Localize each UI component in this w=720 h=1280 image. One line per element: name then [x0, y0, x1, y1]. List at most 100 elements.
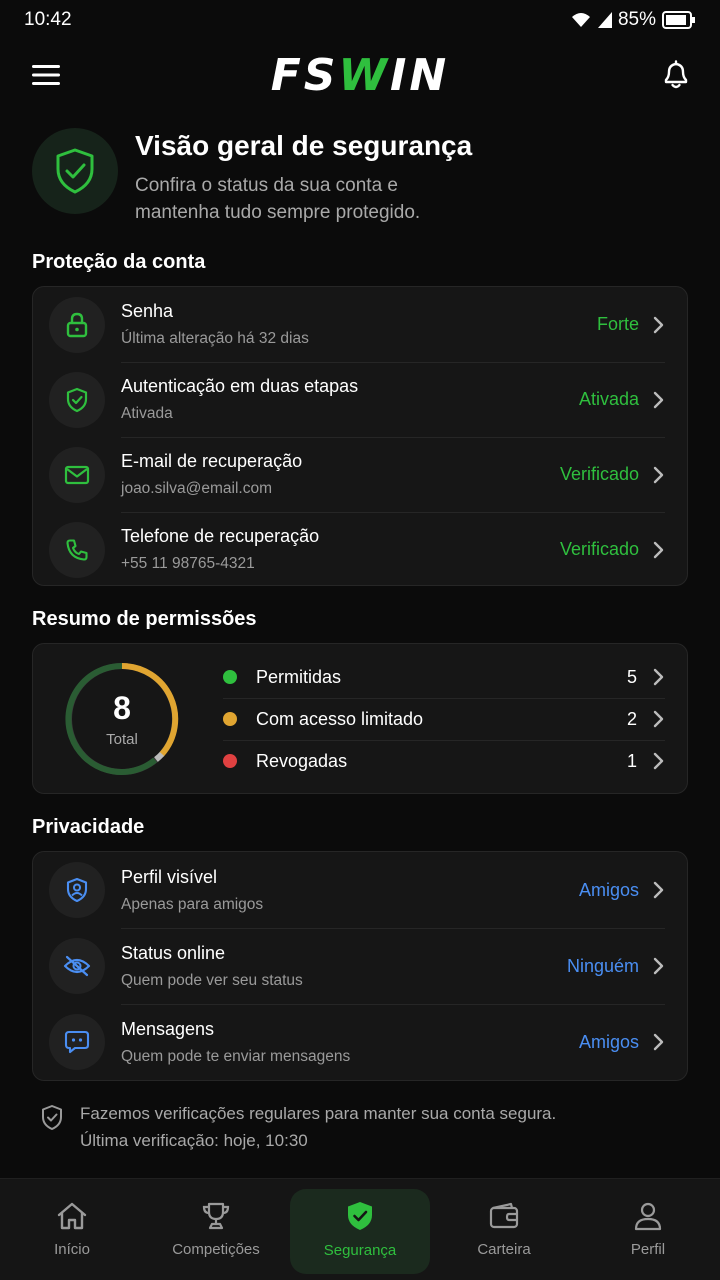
recovery-phone-row[interactable]: Telefone de recuperação +55 11 98765-432…	[33, 512, 687, 587]
nav-home[interactable]: Início	[0, 1179, 144, 1280]
chevron-right-icon	[653, 752, 664, 770]
yellow-dot	[223, 712, 237, 726]
privacy-title: Privacidade	[32, 816, 145, 838]
account-protection-title: Proteção da conta	[32, 251, 206, 273]
password-row[interactable]: Senha Última alteração há 32 dias Forte	[33, 287, 687, 362]
chevron-right-icon	[653, 668, 664, 686]
trophy-icon	[202, 1202, 230, 1230]
row-title: E-mail de recuperação	[121, 451, 303, 471]
two-factor-status: Ativada	[578, 389, 639, 409]
row-subtitle: Quem pode te enviar mensagens	[121, 1047, 351, 1065]
total-count: 8	[113, 690, 131, 726]
email-status: Verificado	[559, 464, 639, 484]
nav-wallet[interactable]: Carteira	[432, 1179, 576, 1280]
shield-check-icon	[49, 371, 105, 428]
bell-icon[interactable]	[662, 60, 690, 90]
wallet-icon	[489, 1202, 519, 1229]
menu-icon[interactable]	[32, 64, 60, 86]
chevron-right-icon	[653, 391, 664, 408]
two-factor-row[interactable]: Autenticação em duas etapas Ativada Ativ…	[33, 362, 687, 437]
user-icon	[634, 1202, 662, 1231]
chevron-right-icon	[653, 1033, 664, 1051]
signal-icon	[597, 12, 612, 28]
permission-revoked-row[interactable]: Revogadas 1	[223, 740, 665, 782]
total-label: Total	[106, 731, 138, 748]
chevron-right-icon	[653, 710, 664, 728]
battery-icon	[662, 11, 695, 29]
bottom-nav: Início Competições Segurança Carteira Pe…	[0, 1178, 720, 1280]
permission-allowed-row[interactable]: Permitidas 5	[223, 656, 665, 698]
row-subtitle: Quem pode ver seu status	[121, 971, 303, 989]
permission-label: Permitidas	[256, 666, 342, 687]
permissions-card: 8 Total Permitidas 5 Com acesso limitado…	[32, 643, 688, 794]
page-title: Visão geral de segurança	[135, 130, 473, 161]
row-subtitle: Apenas para amigos	[121, 895, 264, 913]
permissions-title: Resumo de permissões	[32, 608, 257, 630]
nav-profile[interactable]: Perfil	[576, 1179, 720, 1280]
messages-value: Amigos	[578, 1031, 639, 1052]
status-icons: 85%	[570, 9, 696, 31]
chevron-right-icon	[653, 541, 664, 558]
hero-shield	[32, 128, 118, 214]
app-header: FSWIN	[0, 44, 720, 106]
messages-row[interactable]: Mensagens Quem pode te enviar mensagens …	[33, 1004, 687, 1080]
phone-status: Verificado	[559, 539, 639, 559]
permission-count: 1	[626, 750, 637, 771]
row-subtitle: Ativada	[121, 405, 173, 422]
footer-line-2: Última verificação: hoje, 10:30	[80, 1131, 308, 1150]
footer-line-1: Fazemos verificações regulares para mant…	[80, 1104, 557, 1123]
status-time: 10:42	[24, 9, 72, 30]
page-subtitle: Confira o status da sua conta e mantenha…	[135, 175, 421, 223]
home-icon	[57, 1202, 87, 1230]
shield-check-icon	[56, 148, 94, 194]
recovery-email-row[interactable]: E-mail de recuperação joao.silva@email.c…	[33, 437, 687, 512]
row-title: Status online	[121, 942, 226, 963]
green-dot	[223, 670, 237, 684]
user-shield-icon	[49, 862, 105, 918]
chevron-right-icon	[653, 316, 664, 333]
row-title: Telefone de recuperação	[121, 526, 320, 546]
permissions-list: Permitidas 5 Com acesso limitado 2 Revog…	[223, 656, 665, 782]
row-title: Perfil visível	[121, 866, 218, 887]
chevron-right-icon	[653, 957, 664, 975]
nav-label: Perfil	[630, 1241, 666, 1258]
permission-count: 2	[626, 708, 637, 729]
row-subtitle: joao.silva@email.com	[121, 480, 272, 497]
battery-percent: 85%	[617, 9, 656, 30]
eye-off-icon	[49, 938, 105, 994]
row-subtitle: Última alteração há 32 dias	[121, 330, 309, 347]
nav-security[interactable]: Segurança	[288, 1179, 432, 1280]
password-strength: Forte	[596, 314, 639, 334]
nav-label: Carteira	[477, 1241, 531, 1258]
permission-label: Com acesso limitado	[256, 708, 424, 729]
profile-visibility-value: Amigos	[578, 879, 639, 900]
row-title: Autenticação em duas etapas	[121, 376, 359, 396]
online-status-value: Ninguém	[566, 955, 639, 976]
chevron-right-icon	[653, 881, 664, 899]
permissions-total: 8 Total	[63, 660, 181, 778]
nav-label: Segurança	[323, 1242, 397, 1259]
app-logo: FSWIN	[270, 49, 450, 101]
permission-count: 5	[626, 666, 637, 687]
permission-label: Revogadas	[256, 750, 348, 771]
privacy-card: Perfil visível Apenas para amigos Amigos…	[32, 851, 688, 1081]
phone-icon	[49, 521, 105, 578]
nav-label: Competições	[172, 1241, 260, 1258]
row-title: Senha	[121, 301, 174, 321]
security-footer-note: Fazemos verificações regulares para mant…	[40, 1100, 688, 1154]
nav-competitions[interactable]: Competições	[144, 1179, 288, 1280]
status-bar: 10:42 85%	[0, 0, 720, 40]
profile-visibility-row[interactable]: Perfil visível Apenas para amigos Amigos	[33, 852, 687, 928]
row-subtitle: +55 11 98765-4321	[121, 555, 255, 572]
security-overview-hero: Visão geral de segurança Confira o statu…	[32, 128, 688, 226]
mail-icon	[49, 446, 105, 503]
shield-check-icon	[42, 1105, 62, 1130]
permission-limited-row[interactable]: Com acesso limitado 2	[223, 698, 665, 740]
wifi-icon	[571, 13, 590, 27]
account-protection-card: Senha Última alteração há 32 dias Forte …	[32, 286, 688, 586]
row-title: Mensagens	[121, 1018, 215, 1039]
chevron-right-icon	[653, 466, 664, 483]
nav-label: Início	[54, 1241, 90, 1258]
shield-icon	[348, 1202, 372, 1230]
online-status-row[interactable]: Status online Quem pode ver seu status N…	[33, 928, 687, 1004]
